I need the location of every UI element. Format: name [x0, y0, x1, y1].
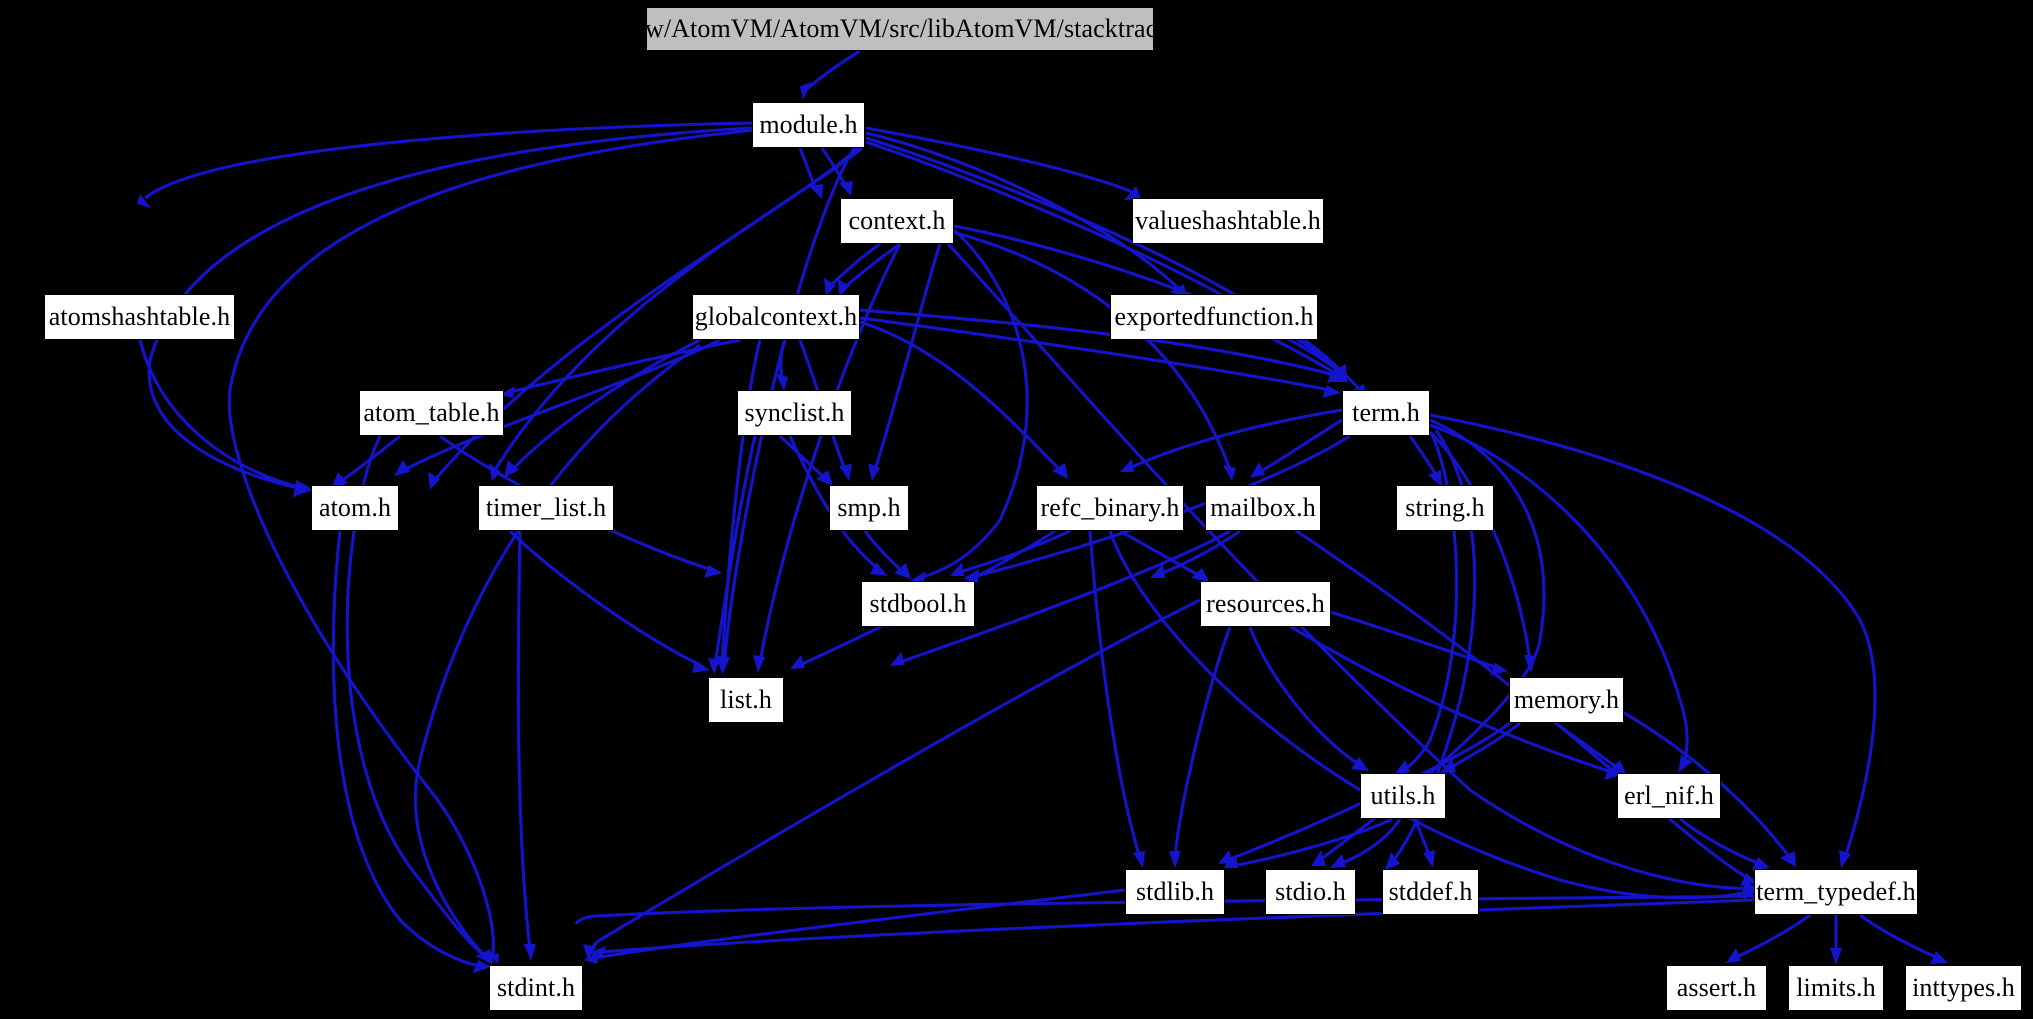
- dependency-arrowhead: [504, 460, 519, 478]
- dependency-arrowhead: [790, 655, 805, 669]
- dependency-arrowhead: [1930, 951, 1948, 964]
- dependency-arrowhead: [1839, 850, 1851, 868]
- dependency-edge: [1554, 721, 1619, 770]
- edge-layer: [137, 49, 1948, 985]
- graph-node-limits[interactable]: limits.h: [1788, 965, 1884, 1011]
- dependency-arrowhead: [1169, 851, 1181, 868]
- dependency-edge: [138, 339, 303, 490]
- graph-node-valueshashtable[interactable]: valueshashtable.h: [1132, 198, 1324, 244]
- graph-node-resources[interactable]: resources.h: [1200, 581, 1331, 627]
- graph-node-exportedfunction[interactable]: exportedfunction.h: [1110, 294, 1318, 340]
- dependency-arrowhead: [868, 463, 880, 481]
- graph-node-utils[interactable]: utils.h: [1360, 773, 1446, 819]
- dependency-edge: [863, 530, 905, 574]
- dependency-edge: [919, 228, 1029, 580]
- graph-node-stdbool[interactable]: stdbool.h: [861, 581, 975, 627]
- graph-node-assert[interactable]: assert.h: [1666, 965, 1767, 1011]
- graph-node-mailbox[interactable]: mailbox.h: [1205, 485, 1321, 531]
- graph-node-atom[interactable]: atom.h: [311, 485, 399, 531]
- dependency-arrowhead: [692, 660, 710, 673]
- dependency-edge: [713, 435, 757, 666]
- dependency-arrowhead: [1830, 948, 1842, 965]
- graph-node-refc_binary[interactable]: refc_binary.h: [1036, 485, 1184, 531]
- graph-node-erl_nif[interactable]: erl_nif.h: [1617, 773, 1721, 819]
- dependency-arrowhead: [776, 374, 788, 391]
- graph-node-synclist[interactable]: synclist.h: [737, 390, 852, 436]
- graph-node-atom_table[interactable]: atom_table.h: [359, 390, 504, 436]
- dependency-arrowhead: [1330, 854, 1346, 868]
- graph-node-stdio[interactable]: stdio.h: [1265, 869, 1356, 915]
- dependency-edge: [516, 530, 532, 951]
- dependency-edge: [414, 343, 701, 958]
- dependency-edge: [1734, 913, 1811, 960]
- dependency-edge: [865, 126, 1133, 194]
- dependency-arrowhead: [1423, 850, 1435, 868]
- dependency-edge: [1173, 626, 1232, 859]
- dependency-arrowhead: [753, 655, 765, 673]
- dependency-arrowhead: [1726, 948, 1741, 963]
- graph-node-string[interactable]: string.h: [1396, 485, 1494, 531]
- dependency-arrowhead: [890, 652, 905, 666]
- dependency-edge: [1248, 626, 1361, 767]
- include-dependency-graph: /__w/AtomVM/AtomVM/src/libAtomVM/stacktr…: [0, 0, 2033, 1019]
- dependency-edge: [227, 128, 756, 959]
- graph-node-smp[interactable]: smp.h: [829, 485, 909, 531]
- graph-node-stddef[interactable]: stddef.h: [1382, 869, 1479, 915]
- dependency-edge: [331, 530, 481, 968]
- graph-node-inttypes[interactable]: inttypes.h: [1905, 965, 2022, 1011]
- graph-node-module[interactable]: module.h: [752, 102, 865, 148]
- dependency-arrowhead: [394, 460, 410, 476]
- dependency-arrowhead: [800, 82, 812, 100]
- graph-node-list[interactable]: list.h: [708, 677, 784, 723]
- graph-node-stacktrace[interactable]: /__w/AtomVM/AtomVM/src/libAtomVM/stacktr…: [611, 7, 1188, 51]
- dependency-arrowhead: [839, 181, 853, 196]
- graph-node-context[interactable]: context.h: [840, 198, 954, 244]
- graph-node-stdint[interactable]: stdint.h: [489, 965, 583, 1011]
- dependency-arrowhead: [1191, 568, 1209, 582]
- graph-node-term[interactable]: term.h: [1342, 390, 1430, 436]
- graph-node-timer_list[interactable]: timer_list.h: [478, 485, 614, 531]
- graph-node-stdlib[interactable]: stdlib.h: [1125, 869, 1225, 915]
- dependency-edge: [1428, 430, 1532, 663]
- dependency-arrowhead: [839, 464, 852, 481]
- dependency-edge: [804, 49, 861, 92]
- graph-node-globalcontext[interactable]: globalcontext.h: [692, 294, 860, 340]
- dependency-edge: [508, 529, 701, 667]
- graph-node-atomshashtable[interactable]: atomshashtable.h: [44, 294, 235, 340]
- graph-node-term_typedef[interactable]: term_typedef.h: [1754, 869, 1918, 915]
- dependency-edge: [859, 320, 1062, 472]
- dependency-edge: [779, 339, 787, 381]
- dependency-arrowhead: [1223, 465, 1236, 481]
- dependency-edge: [1859, 913, 1939, 960]
- dependency-edge: [588, 598, 1201, 953]
- dependency-arrowhead: [1120, 459, 1134, 472]
- dependency-arrowhead: [1133, 851, 1145, 868]
- dependency-arrowhead: [708, 658, 720, 675]
- graph-node-memory[interactable]: memory.h: [1509, 677, 1624, 723]
- dependency-arrowhead: [1322, 385, 1341, 398]
- dependency-arrowhead: [524, 944, 536, 961]
